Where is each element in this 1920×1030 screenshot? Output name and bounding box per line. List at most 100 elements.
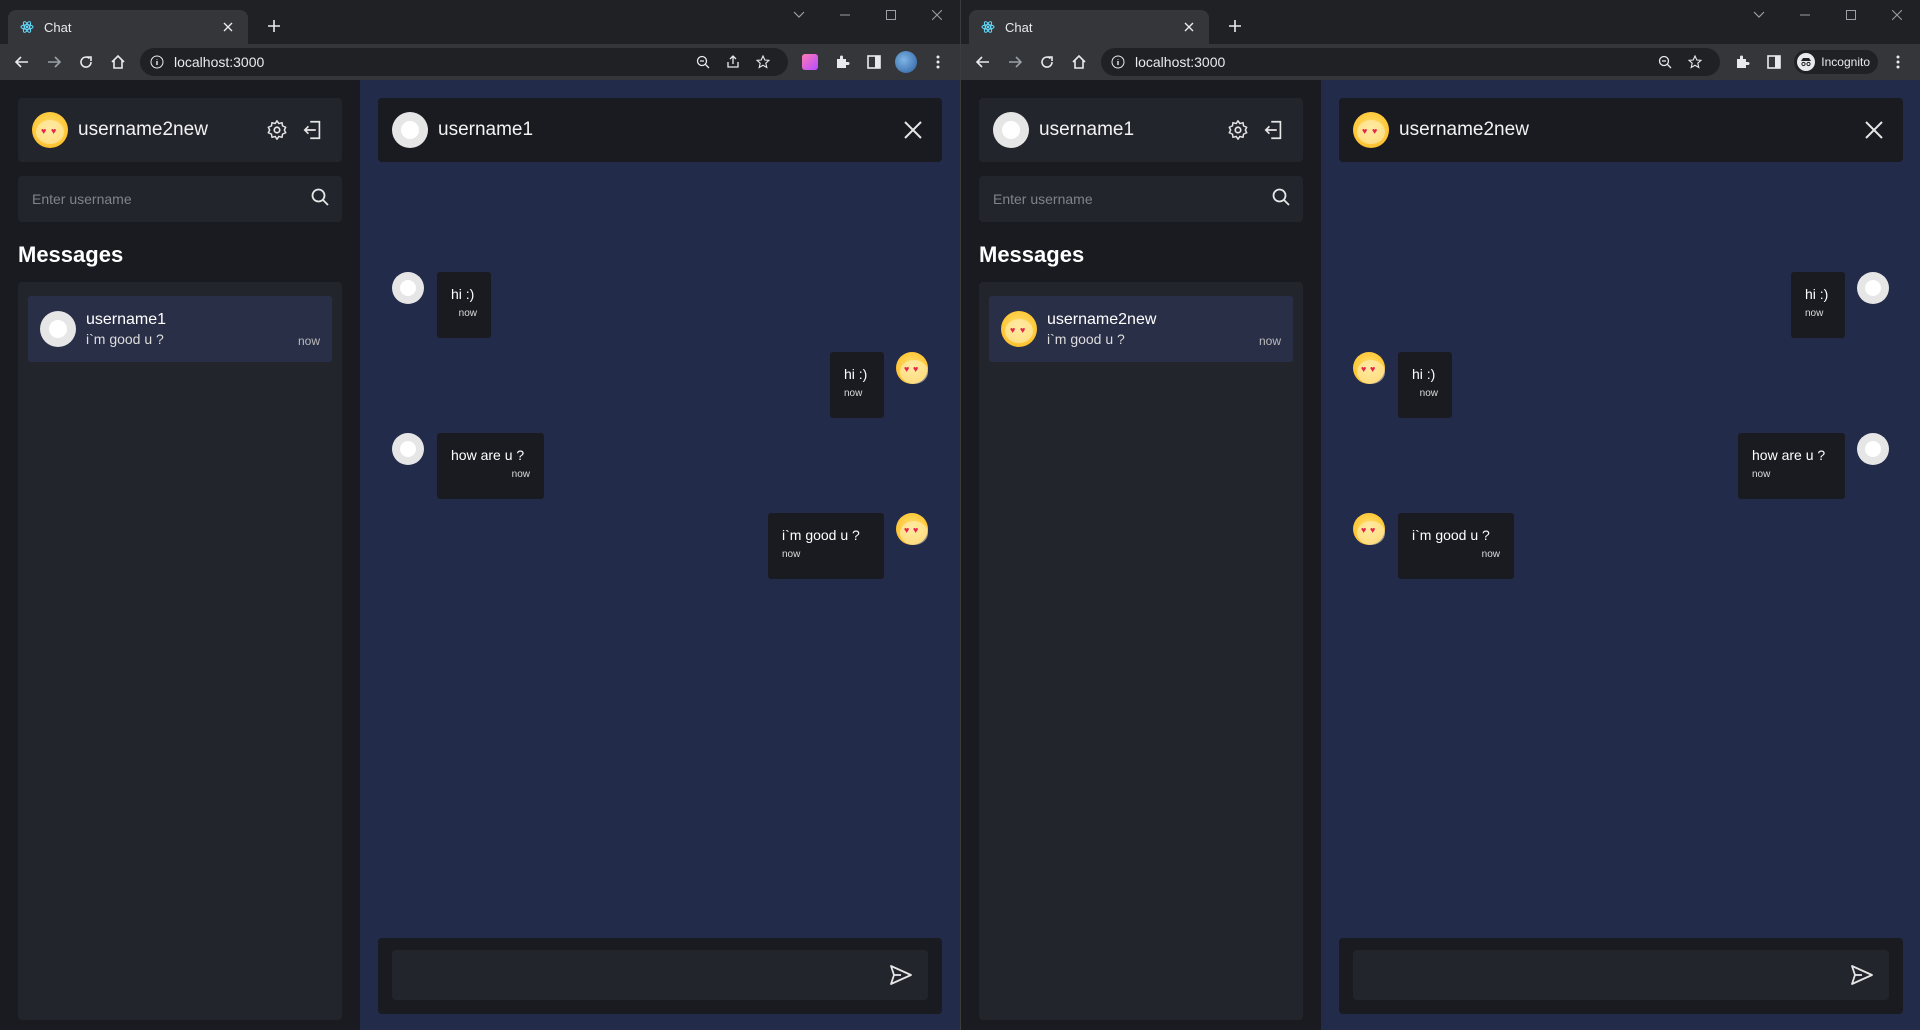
logout-icon[interactable] xyxy=(298,115,328,145)
zoom-icon[interactable] xyxy=(1650,55,1680,69)
back-icon[interactable] xyxy=(6,46,38,78)
minimize-icon[interactable] xyxy=(1782,0,1828,30)
message-input[interactable] xyxy=(404,967,886,983)
message-bubble: how are u ? now xyxy=(1738,433,1845,499)
conversation-item[interactable]: username1 i`m good u ? now xyxy=(28,296,332,362)
site-info-icon[interactable] xyxy=(1111,55,1125,69)
avatar xyxy=(392,272,424,304)
sidebar: ♥♥ username2new Messages username1 i` xyxy=(0,80,360,1030)
message-input[interactable] xyxy=(1365,967,1847,983)
avatar: ♥ ♥ xyxy=(896,513,928,545)
reload-icon[interactable] xyxy=(70,46,102,78)
extensions-puzzle-icon[interactable] xyxy=(1726,46,1758,78)
conversation-item[interactable]: ♥ ♥ username2new i`m good u ? now xyxy=(989,296,1293,362)
settings-gear-icon[interactable] xyxy=(1223,115,1253,145)
message-time: now xyxy=(458,308,477,319)
search-input[interactable] xyxy=(32,191,310,207)
tab-strip: Chat xyxy=(961,0,1920,44)
close-window-icon[interactable] xyxy=(914,0,960,30)
message-time: now xyxy=(1805,308,1824,319)
bookmark-star-icon[interactable] xyxy=(748,55,778,69)
extensions-puzzle-icon[interactable] xyxy=(826,46,858,78)
close-window-icon[interactable] xyxy=(1874,0,1920,30)
zoom-icon[interactable] xyxy=(688,55,718,69)
home-icon[interactable] xyxy=(1063,46,1095,78)
back-icon[interactable] xyxy=(967,46,999,78)
message-bubble: i`m good u ? now xyxy=(1398,513,1514,579)
minimize-icon[interactable] xyxy=(822,0,868,30)
tab-chat[interactable]: Chat xyxy=(8,10,248,44)
window-controls xyxy=(1736,0,1920,30)
message-text: i`m good u ? xyxy=(782,527,860,543)
close-tab-icon[interactable] xyxy=(220,19,236,35)
tab-title: Chat xyxy=(1005,19,1033,35)
search-input[interactable] xyxy=(993,191,1271,207)
incognito-label: Incognito xyxy=(1821,55,1870,69)
conversation-last-message: i`m good u ? xyxy=(1047,331,1125,347)
close-chat-icon[interactable] xyxy=(1859,115,1889,145)
avatar xyxy=(1857,433,1889,465)
messages-heading: Messages xyxy=(18,242,124,267)
user-search xyxy=(979,176,1303,222)
message-bubble: hi :) now xyxy=(437,272,491,338)
chat-partner-name: username2new xyxy=(1399,119,1529,140)
message-bubble: hi :) now xyxy=(1398,352,1452,418)
reload-icon[interactable] xyxy=(1031,46,1063,78)
home-icon[interactable] xyxy=(102,46,134,78)
avatar: ♥ ♥ xyxy=(1353,352,1385,384)
url-text: localhost:3000 xyxy=(174,54,265,70)
message-text: hi :) xyxy=(1412,366,1436,382)
forward-icon[interactable] xyxy=(999,46,1031,78)
extension-icon[interactable] xyxy=(794,46,826,78)
message-bubble: i`m good u ? now xyxy=(768,513,884,579)
new-tab-icon[interactable] xyxy=(262,14,286,38)
avatar: ♥ ♥ xyxy=(1353,513,1385,545)
site-info-icon[interactable] xyxy=(150,55,164,69)
profile-avatar[interactable] xyxy=(890,46,922,78)
menu-kebab-icon[interactable] xyxy=(1882,46,1914,78)
close-tab-icon[interactable] xyxy=(1181,19,1197,35)
avatar: ♥ ♥ xyxy=(1353,112,1389,148)
side-panel-icon[interactable] xyxy=(1758,46,1790,78)
conversation-list: ♥ ♥ username2new i`m good u ? now xyxy=(979,282,1303,1020)
forward-icon[interactable] xyxy=(38,46,70,78)
maximize-icon[interactable] xyxy=(1828,0,1874,30)
search-icon[interactable] xyxy=(1271,187,1291,212)
close-chat-icon[interactable] xyxy=(898,115,928,145)
sidebar: username1 Messages ♥♥ username2new i`m g… xyxy=(961,80,1321,1030)
send-icon[interactable] xyxy=(1847,960,1877,990)
avatar: ♥ ♥ xyxy=(896,352,928,384)
tab-search-icon[interactable] xyxy=(776,0,822,30)
current-username: username1 xyxy=(1039,119,1135,140)
logout-icon[interactable] xyxy=(1259,115,1289,145)
message-text: hi :) xyxy=(451,286,475,302)
avatar: ♥ ♥ xyxy=(32,112,68,148)
chat-header: username1 xyxy=(378,98,942,162)
app-viewport: ♥♥ username2new Messages username1 i` xyxy=(0,80,960,1030)
address-bar[interactable]: localhost:3000 xyxy=(1101,48,1721,76)
side-panel-icon[interactable] xyxy=(858,46,890,78)
bookmark-star-icon[interactable] xyxy=(1680,55,1710,69)
message-time: now xyxy=(1752,469,1771,480)
tab-chat[interactable]: Chat xyxy=(969,10,1209,44)
message-composer xyxy=(378,938,942,1014)
incognito-icon xyxy=(1797,53,1816,71)
avatar xyxy=(392,112,428,148)
share-icon[interactable] xyxy=(718,55,748,69)
message-bubble: hi :) now xyxy=(830,352,884,418)
new-tab-icon[interactable] xyxy=(1223,14,1247,38)
search-icon[interactable] xyxy=(310,187,330,212)
avatar xyxy=(40,311,76,347)
send-icon[interactable] xyxy=(886,960,916,990)
app-viewport: username1 Messages ♥♥ username2new i`m g… xyxy=(961,80,1920,1030)
menu-kebab-icon[interactable] xyxy=(922,46,954,78)
conversation-time: now xyxy=(1258,334,1281,348)
chat-panel: username1 hi :) now hi :) now ♥ ♥ how ar… xyxy=(360,80,960,1030)
maximize-icon[interactable] xyxy=(868,0,914,30)
current-user-bar: ♥ ♥ username2new xyxy=(18,98,342,162)
tab-search-icon[interactable] xyxy=(1736,0,1782,30)
settings-gear-icon[interactable] xyxy=(262,115,292,145)
incognito-indicator[interactable]: Incognito xyxy=(1794,50,1878,74)
message-text: i`m good u ? xyxy=(1412,527,1490,543)
address-bar[interactable]: localhost:3000 xyxy=(140,48,788,76)
